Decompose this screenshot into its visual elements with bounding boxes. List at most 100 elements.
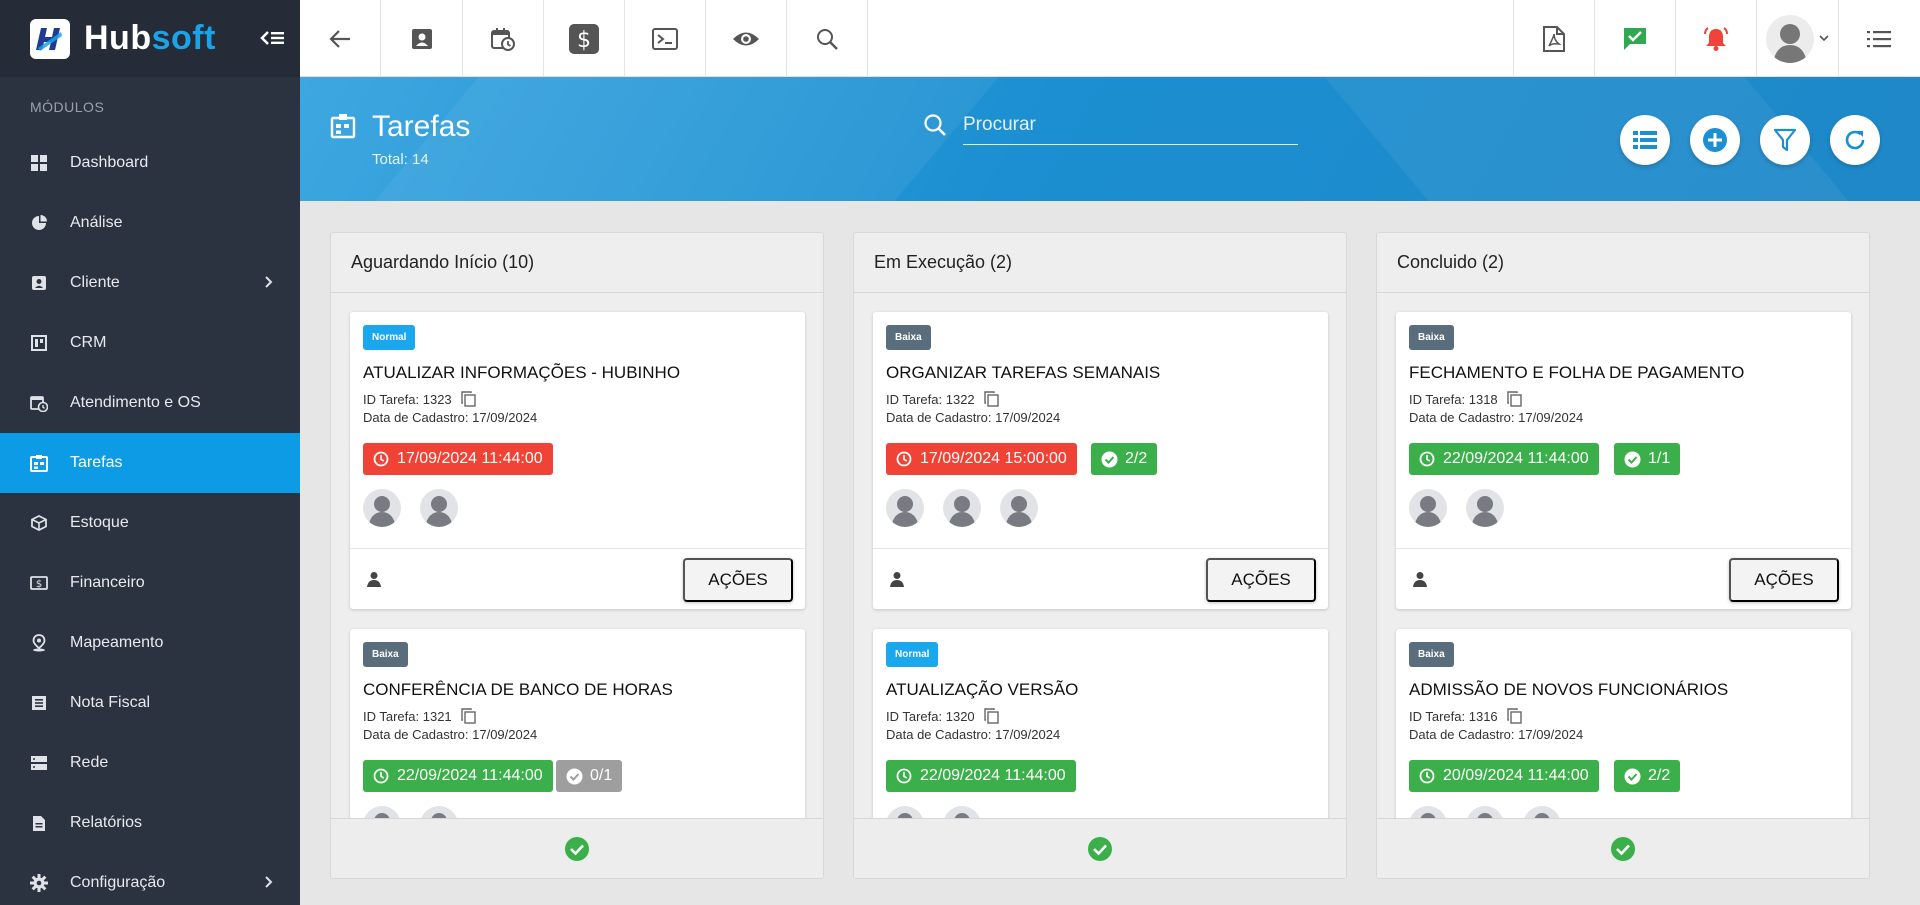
plus-circle-icon — [1703, 128, 1727, 152]
schedule-button[interactable] — [463, 0, 544, 77]
task-card[interactable]: Baixa ADMISSÃO DE NOVOS FUNCIONÁRIOS ID … — [1396, 629, 1851, 818]
task-card[interactable]: Baixa FECHAMENTO E FOLHA DE PAGAMENTO ID… — [1396, 312, 1851, 609]
list-view-button[interactable] — [1620, 115, 1670, 165]
filter-button[interactable] — [1760, 115, 1810, 165]
sidebar-item-label: Estoque — [70, 514, 129, 531]
top-toolbar: $ — [300, 0, 1920, 77]
search-input[interactable] — [963, 105, 1298, 145]
sidebar-item-crm[interactable]: CRM — [0, 313, 300, 373]
calendar-clock-icon — [491, 27, 515, 51]
tasks-icon — [30, 454, 48, 472]
receipt-icon — [30, 694, 48, 712]
list-menu-icon — [1867, 30, 1891, 47]
sidebar-item-analise[interactable]: Análise — [0, 193, 300, 253]
sidebar-item-financeiro[interactable]: $ Financeiro — [0, 553, 300, 613]
checklist-badge: 0/1 — [556, 760, 623, 792]
sidebar: Hubsoft MÓDULOS Dashboard Análise Client… — [0, 0, 300, 905]
copy-icon[interactable] — [460, 391, 476, 407]
avatar[interactable] — [886, 489, 924, 527]
view-button[interactable] — [706, 0, 787, 77]
back-button[interactable] — [300, 0, 381, 77]
check-circle-icon[interactable] — [1087, 836, 1113, 862]
box-icon — [30, 514, 48, 532]
sidebar-item-atendimento[interactable]: Atendimento e OS — [0, 373, 300, 433]
terminal-icon — [652, 27, 678, 50]
menu-list-button[interactable] — [1838, 0, 1919, 77]
sidebar-item-nota-fiscal[interactable]: Nota Fiscal — [0, 673, 300, 733]
sidebar-item-cliente[interactable]: Cliente — [0, 253, 300, 313]
person-icon — [1413, 572, 1427, 587]
search-button[interactable] — [787, 0, 868, 77]
collapse-sidebar-icon[interactable] — [260, 26, 286, 50]
task-id: ID Tarefa: 1320 — [886, 708, 999, 724]
avatar[interactable] — [363, 806, 401, 818]
sidebar-item-estoque[interactable]: Estoque — [0, 493, 300, 553]
add-task-button[interactable] — [1690, 115, 1740, 165]
sidebar-item-label: Nota Fiscal — [70, 694, 151, 711]
user-menu-button[interactable] — [1756, 0, 1837, 77]
terminal-button[interactable] — [625, 0, 706, 77]
card-footer: AÇÕES — [873, 548, 1328, 608]
copy-icon[interactable] — [1506, 391, 1522, 407]
page-title: Tarefas — [372, 110, 471, 143]
pdf-button[interactable] — [1513, 0, 1594, 77]
actions-button[interactable]: AÇÕES — [1729, 558, 1839, 602]
task-card[interactable]: Baixa CONFERÊNCIA DE BANCO DE HORAS ID T… — [350, 629, 805, 818]
avatar[interactable] — [1466, 489, 1504, 527]
copy-icon[interactable] — [983, 391, 999, 407]
finance-button[interactable]: $ — [544, 0, 625, 77]
task-card[interactable]: Baixa ORGANIZAR TAREFAS SEMANAIS ID Tare… — [873, 312, 1328, 609]
alerts-button[interactable] — [1675, 0, 1756, 77]
user-silhouette-icon — [891, 496, 919, 527]
user-silhouette-icon — [431, 813, 447, 818]
sidebar-item-tarefas[interactable]: Tarefas — [0, 433, 300, 493]
sidebar-item-label: CRM — [70, 334, 107, 351]
sidebar-item-mapeamento[interactable]: Mapeamento — [0, 613, 300, 673]
task-card[interactable]: Normal ATUALIZAR INFORMAÇÕES - HUBINHO I… — [350, 312, 805, 609]
avatar[interactable] — [1409, 806, 1447, 818]
checklist-badge: 1/1 — [1614, 443, 1681, 475]
column-title: Aguardando Início (10) — [331, 233, 823, 293]
avatar[interactable] — [1000, 489, 1038, 527]
avatar[interactable] — [1466, 806, 1504, 818]
user-silhouette-icon — [1414, 496, 1442, 527]
priority-badge: Baixa — [1409, 642, 1454, 667]
user-silhouette-icon — [954, 813, 970, 818]
sidebar-item-dashboard[interactable]: Dashboard — [0, 133, 300, 193]
card-footer: AÇÕES — [350, 548, 805, 608]
avatar[interactable] — [420, 489, 458, 527]
avatar[interactable] — [943, 489, 981, 527]
sidebar-item-label: Mapeamento — [70, 634, 164, 651]
avatar[interactable] — [1523, 806, 1561, 818]
client-card-button[interactable] — [382, 0, 463, 77]
check-circle-icon[interactable] — [564, 836, 590, 862]
avatar — [1766, 14, 1814, 63]
card-footer: AÇÕES — [1396, 548, 1851, 608]
column-body: Baixa FECHAMENTO E FOLHA DE PAGAMENTO ID… — [1377, 293, 1869, 818]
avatar[interactable] — [1409, 489, 1447, 527]
task-card[interactable]: Normal ATUALIZAÇÃO VERSÃO ID Tarefa: 132… — [873, 629, 1328, 818]
copy-icon[interactable] — [983, 708, 999, 724]
sidebar-item-rede[interactable]: Rede — [0, 733, 300, 793]
sidebar-item-relatorios[interactable]: Relatórios — [0, 793, 300, 853]
column-footer — [1377, 818, 1869, 878]
avatar[interactable] — [363, 489, 401, 527]
avatar[interactable] — [886, 806, 924, 818]
actions-button[interactable]: AÇÕES — [1206, 558, 1316, 602]
sidebar-item-configuracao[interactable]: Configuração — [0, 853, 300, 905]
avatar[interactable] — [420, 806, 458, 818]
messages-button[interactable] — [1594, 0, 1675, 77]
total-count: Total: 14 — [372, 151, 429, 168]
column-title: Em Execução (2) — [854, 233, 1346, 293]
copy-icon[interactable] — [1506, 708, 1522, 724]
check-circle-icon[interactable] — [1610, 836, 1636, 862]
actions-button[interactable]: AÇÕES — [683, 558, 793, 602]
user-silhouette-icon — [374, 813, 390, 818]
assignees — [1409, 489, 1523, 527]
refresh-button[interactable] — [1830, 115, 1880, 165]
avatar[interactable] — [943, 806, 981, 818]
copy-icon[interactable] — [460, 708, 476, 724]
task-title: ATUALIZAR INFORMAÇÕES - HUBINHO — [363, 363, 681, 382]
logo-text: Hubsoft — [84, 19, 216, 57]
sidebar-item-label: Dashboard — [70, 154, 149, 171]
